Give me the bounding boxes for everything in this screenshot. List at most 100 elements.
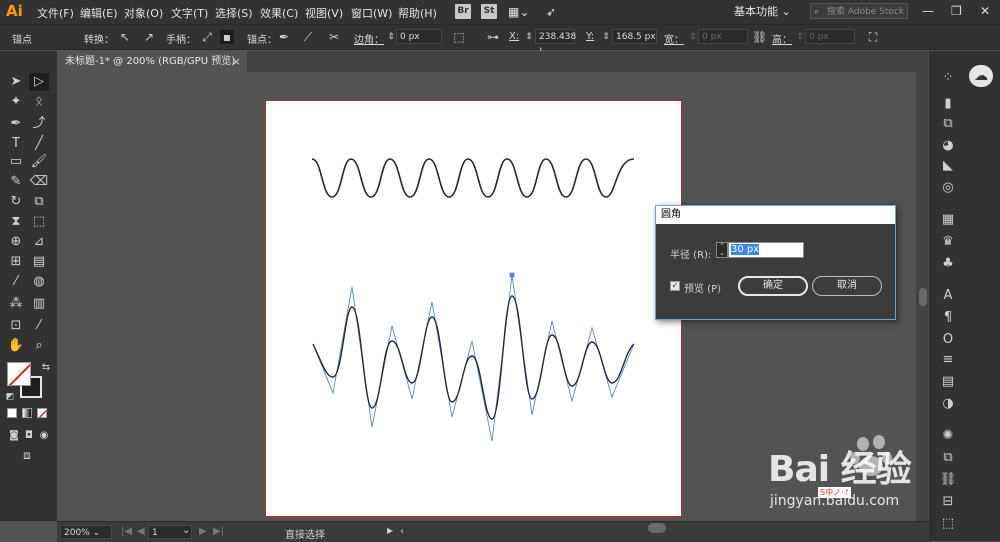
gradient-tool-icon[interactable]: ▤: [29, 253, 49, 271]
corner-input[interactable]: 0 px: [396, 29, 442, 44]
draw-inside-icon[interactable]: ◉: [34, 427, 54, 445]
hand-tool-icon[interactable]: ✋: [6, 337, 26, 355]
free-transform-tool-icon[interactable]: ⬚: [29, 213, 49, 231]
properties-icon[interactable]: ▮: [939, 95, 957, 113]
stroke-icon[interactable]: ≡: [939, 351, 957, 369]
gradient-mode-icon[interactable]: [22, 408, 32, 418]
next-page-icon[interactable]: ▶: [199, 526, 207, 537]
menu-object[interactable]: 对象(O): [124, 5, 163, 21]
appearance-icon[interactable]: ◎: [939, 179, 957, 197]
graph-tool-icon[interactable]: ▥: [29, 295, 49, 313]
preview-checkbox[interactable]: ✓: [670, 281, 680, 291]
color-icon[interactable]: ◕: [939, 137, 957, 155]
preview-label[interactable]: 预览 (P): [684, 280, 721, 295]
symbol-sprayer-tool-icon[interactable]: ⁂: [6, 295, 26, 313]
asset-export-icon[interactable]: ✺: [939, 427, 957, 445]
swatches-icon[interactable]: ▦: [939, 211, 957, 229]
color-guide-icon[interactable]: ◣: [939, 157, 957, 175]
height-input[interactable]: 0 px: [805, 29, 855, 44]
scroll-left-icon[interactable]: ‹: [400, 526, 404, 537]
close-tab-icon[interactable]: ×: [232, 51, 241, 72]
menu-select[interactable]: 选择(S): [215, 5, 253, 21]
paragraph-icon[interactable]: ¶: [939, 309, 957, 327]
select-similar-icon[interactable]: ⬚: [452, 30, 466, 44]
stock-search-input[interactable]: ⌕ 搜索 Adobe Stock: [810, 3, 908, 19]
menu-help[interactable]: 帮助(H): [398, 5, 437, 21]
artwork[interactable]: [266, 101, 683, 518]
vertical-scroll-thumb[interactable]: [919, 288, 927, 306]
radius-stepper[interactable]: ⌃ ⌄: [716, 242, 728, 258]
menu-view[interactable]: 视图(V): [305, 5, 343, 21]
zoom-select[interactable]: 200% ⌄: [60, 525, 112, 539]
zigzag-rounded-preview-path[interactable]: [312, 295, 635, 420]
scale-tool-icon[interactable]: ⧉: [29, 193, 49, 211]
close-window-icon[interactable]: ✕: [980, 4, 990, 18]
ok-button[interactable]: 确定: [738, 276, 808, 296]
line-tool-icon[interactable]: ╱: [29, 135, 49, 153]
stock-button[interactable]: St: [481, 4, 497, 19]
y-input[interactable]: 168.5 px: [612, 29, 657, 44]
width-tool-icon[interactable]: ⧗: [6, 213, 26, 231]
transparency-icon[interactable]: ◑: [939, 395, 957, 413]
arrange-documents-icon[interactable]: ▦⌄: [508, 5, 529, 19]
mesh-tool-icon[interactable]: ⊞: [6, 253, 26, 271]
artboards-icon[interactable]: ⧉: [939, 449, 957, 467]
magic-wand-tool-icon[interactable]: ✦: [6, 93, 26, 111]
layers-icon[interactable]: ⧉: [939, 115, 957, 133]
menu-effect[interactable]: 效果(C): [260, 5, 298, 21]
swap-fill-stroke-icon[interactable]: ⇆: [36, 359, 56, 377]
isolate-icon[interactable]: ⛶: [866, 30, 880, 44]
blend-tool-icon[interactable]: ◍: [29, 273, 49, 291]
pen-tool-icon[interactable]: ✒: [6, 115, 26, 133]
artboard-tool-icon[interactable]: ⊡: [6, 317, 26, 335]
links-icon[interactable]: ⛓: [939, 471, 957, 489]
lasso-tool-icon[interactable]: ᛟ: [29, 93, 49, 111]
curvature-tool-icon[interactable]: ⤴: [29, 115, 49, 133]
smooth-wave-path[interactable]: [311, 158, 635, 198]
convert-corner-icon[interactable]: ↖: [118, 30, 132, 44]
type-tool-icon[interactable]: T: [6, 135, 26, 153]
rotate-tool-icon[interactable]: ↻: [6, 193, 26, 211]
menu-window[interactable]: 窗口(W): [351, 5, 392, 21]
shape-builder-tool-icon[interactable]: ⊕: [6, 233, 26, 251]
rectangle-tool-icon[interactable]: ▭: [6, 153, 26, 171]
zoom-tool-icon[interactable]: ⌕: [29, 337, 49, 355]
minimize-icon[interactable]: —: [922, 4, 934, 18]
menu-file[interactable]: 文件(F): [37, 5, 74, 21]
slice-tool-icon[interactable]: ⁄: [29, 317, 49, 335]
perspective-grid-tool-icon[interactable]: ⊿: [29, 233, 49, 251]
y-stepper-icon[interactable]: ⇕: [599, 30, 613, 44]
remove-anchor-icon[interactable]: ✒: [277, 30, 291, 44]
fill-swatch[interactable]: [7, 362, 31, 386]
selected-anchor-point[interactable]: [509, 272, 515, 278]
menu-type[interactable]: 文字(T): [171, 5, 208, 21]
transform-panel-icon[interactable]: ⬚: [939, 515, 957, 533]
character-icon[interactable]: A: [939, 287, 957, 305]
eraser-tool-icon[interactable]: ⌫: [29, 173, 49, 191]
width-input[interactable]: 0 px: [698, 29, 748, 44]
default-colors-icon[interactable]: ◩: [0, 388, 20, 406]
hide-handles-icon[interactable]: ▪: [220, 30, 234, 44]
corner-label[interactable]: 边角：: [354, 31, 384, 46]
connect-anchor-icon[interactable]: ⟋: [301, 30, 315, 44]
menu-edit[interactable]: 编辑(E): [80, 5, 118, 21]
shaper-tool-icon[interactable]: ✎: [6, 173, 26, 191]
constrain-proportions-icon[interactable]: ⛓: [752, 30, 767, 44]
creative-cloud-icon[interactable]: ☁: [969, 65, 993, 87]
maximize-icon[interactable]: ❐: [951, 4, 962, 18]
document-tab[interactable]: 未标题-1* @ 200% (RGB/GPU 预览) ×: [57, 51, 247, 72]
last-page-icon[interactable]: ▶|: [213, 526, 224, 537]
symbols-icon[interactable]: ♣: [939, 255, 957, 273]
eyedropper-tool-icon[interactable]: ⁄: [6, 273, 26, 291]
convert-smooth-icon[interactable]: ↗: [142, 30, 156, 44]
gradient-panel-icon[interactable]: ▤: [939, 373, 957, 391]
align-panel-icon[interactable]: ⊟: [939, 493, 957, 511]
x-input[interactable]: 238.438 !: [535, 29, 576, 57]
artboard[interactable]: [265, 100, 682, 517]
prev-page-icon[interactable]: ◀: [137, 526, 145, 537]
page-dropdown-icon[interactable]: ⌄: [182, 525, 190, 536]
selection-tool-icon[interactable]: ➤: [6, 73, 26, 91]
cancel-button[interactable]: 取消: [812, 276, 882, 296]
gpu-performance-icon[interactable]: ➶: [546, 5, 556, 19]
opentype-icon[interactable]: O: [939, 331, 957, 349]
